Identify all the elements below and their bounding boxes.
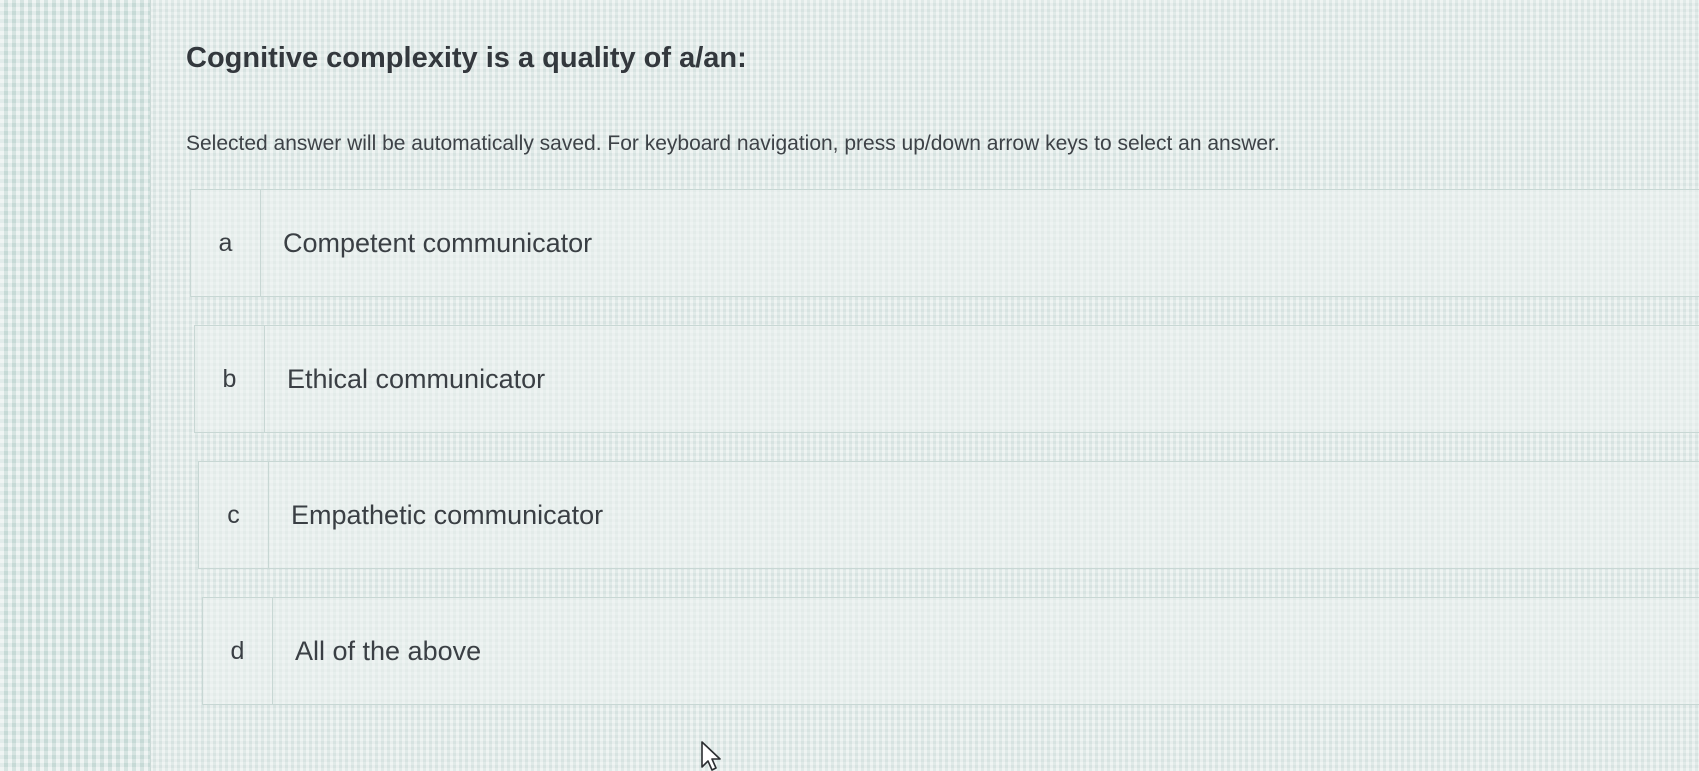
- option-label: Competent communicator: [283, 227, 593, 258]
- option-label: Empathetic communicator: [291, 499, 604, 530]
- option-letter: b: [195, 326, 265, 432]
- option-letter: c: [199, 462, 269, 568]
- option-letter: d: [203, 598, 273, 704]
- answer-option-c[interactable]: c Empathetic communicator: [198, 461, 1699, 569]
- instructions-text: Selected answer will be automatically sa…: [186, 132, 1280, 155]
- answer-option-b[interactable]: b Ethical communicator: [194, 325, 1699, 433]
- option-letter: a: [191, 190, 261, 296]
- answer-option-d[interactable]: d All of the above: [202, 597, 1699, 705]
- question-text: Cognitive complexity is a quality of a/a…: [186, 42, 747, 74]
- answer-option-a[interactable]: a Competent communicator: [190, 189, 1699, 297]
- mouse-pointer-icon: [701, 741, 721, 771]
- left-gutter: [0, 0, 151, 771]
- question-panel: Cognitive complexity is a quality of a/a…: [186, 40, 1699, 705]
- option-label: Ethical communicator: [287, 363, 546, 394]
- answer-options: a Competent communicator b Ethical commu…: [190, 189, 1699, 733]
- option-label: All of the above: [295, 635, 482, 666]
